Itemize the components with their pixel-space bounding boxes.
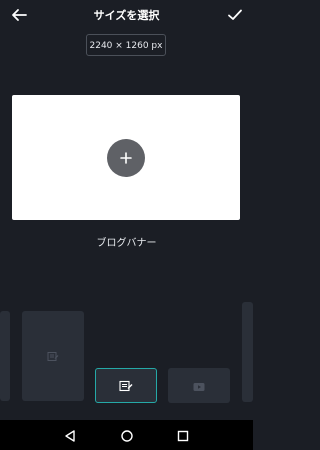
plus-icon [120, 152, 132, 164]
page-title: サイズを選択 [93, 9, 160, 22]
size-dimensions-field[interactable]: 2240 × 1260 px [86, 34, 166, 56]
template-tile-partial-left[interactable] [0, 311, 10, 401]
triangle-back-icon[interactable] [64, 428, 76, 442]
check-icon[interactable] [227, 7, 243, 23]
canvas-caption: ブログバナー [96, 238, 157, 249]
play-icon [193, 376, 205, 395]
edit-document-icon [47, 347, 59, 366]
template-tile-partial-right[interactable] [242, 302, 253, 402]
top-bar: サイズを選択 [0, 0, 253, 30]
system-navigation-bar [0, 420, 253, 450]
edit-document-icon [119, 376, 133, 395]
add-button[interactable] [107, 139, 145, 177]
template-tile-blog-banner-selected[interactable] [95, 368, 157, 403]
square-recent-icon[interactable] [176, 428, 190, 442]
template-tile-video[interactable] [168, 368, 230, 403]
template-tile-document[interactable] [22, 311, 84, 401]
circle-home-icon[interactable] [120, 428, 134, 442]
